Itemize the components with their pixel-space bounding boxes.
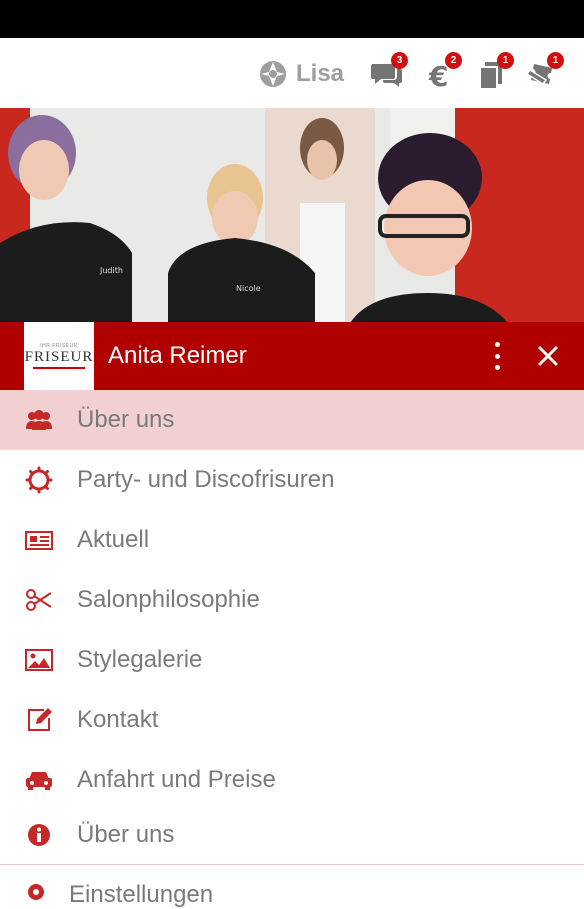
navigation-menu: Über uns Party- und Discofrisuren Aktuel… [0, 390, 584, 860]
profile-name: Anita Reimer [108, 342, 247, 369]
menu-item-label: Über uns [77, 821, 175, 848]
settings-gear-icon [24, 880, 48, 904]
team-photo: Judith Nicole [0, 108, 584, 323]
top-bar: Lisa 3 € 2 1 1 [0, 38, 584, 108]
hero-image: Judith Nicole [0, 108, 584, 323]
info-icon [24, 820, 54, 850]
menu-item-party-frisuren[interactable]: Party- und Discofrisuren [0, 450, 584, 510]
documents-badge: 1 [497, 52, 514, 69]
kebab-dot [494, 365, 500, 370]
brand-name: Lisa [296, 60, 345, 87]
profile-bar: IHR FRISEUR FRISEUR Anita Reimer [0, 322, 584, 390]
messages-button[interactable]: 3 [370, 52, 408, 92]
menu-item-anfahrt-preise[interactable]: Anfahrt und Preise [0, 750, 584, 810]
menu-item-stylegalerie[interactable]: Stylegalerie [0, 630, 584, 690]
payments-button[interactable]: € 2 [424, 52, 462, 93]
menu-item-salonphilosophie[interactable]: Salonphilosophie [0, 570, 584, 630]
image-icon [24, 645, 54, 675]
menu-item-einstellungen[interactable]: Einstellungen [0, 866, 584, 908]
menu-item-label: Über uns [77, 406, 175, 433]
menu-item-ueber-uns[interactable]: Über uns [0, 390, 584, 450]
logo-main-text: FRISEUR [24, 349, 94, 365]
menu-item-label: Aktuell [77, 526, 150, 553]
settings-label: Einstellungen [69, 881, 214, 908]
close-button[interactable] [536, 344, 560, 368]
documents-button[interactable]: 1 [476, 52, 514, 92]
logo-underline [33, 367, 85, 369]
menu-item-label: Party- und Discofrisuren [77, 466, 335, 493]
newspaper-icon [24, 525, 54, 555]
gear-icon [24, 465, 54, 495]
kebab-dot [494, 353, 500, 359]
brand[interactable]: Lisa [258, 58, 344, 90]
edit-icon [24, 705, 54, 735]
menu-divider [0, 864, 584, 865]
menu-item-label: Anfahrt und Preise [77, 766, 276, 793]
shirt-name-nicole: Nicole [236, 284, 261, 293]
menu-item-ueber-uns-info[interactable]: Über uns [0, 810, 584, 860]
menu-item-aktuell[interactable]: Aktuell [0, 510, 584, 570]
brand-logo-icon [260, 61, 286, 87]
scissors-icon [24, 585, 54, 615]
kebab-dot [494, 342, 500, 347]
coupons-button[interactable]: 1 [525, 52, 564, 92]
shirt-name-judith: Judith [99, 266, 123, 275]
more-options-button[interactable] [486, 342, 508, 370]
messages-badge: 3 [391, 52, 408, 69]
menu-item-kontakt[interactable]: Kontakt [0, 690, 584, 750]
menu-item-label: Salonphilosophie [77, 586, 260, 613]
coupons-badge: 1 [547, 52, 564, 69]
menu-item-label: Stylegalerie [77, 646, 203, 673]
salon-logo: IHR FRISEUR FRISEUR [24, 322, 94, 390]
menu-item-label: Kontakt [77, 706, 159, 733]
close-icon [538, 346, 558, 366]
payments-badge: 2 [445, 52, 462, 69]
car-icon [24, 765, 54, 795]
users-icon [24, 405, 54, 435]
status-bar [0, 0, 584, 38]
